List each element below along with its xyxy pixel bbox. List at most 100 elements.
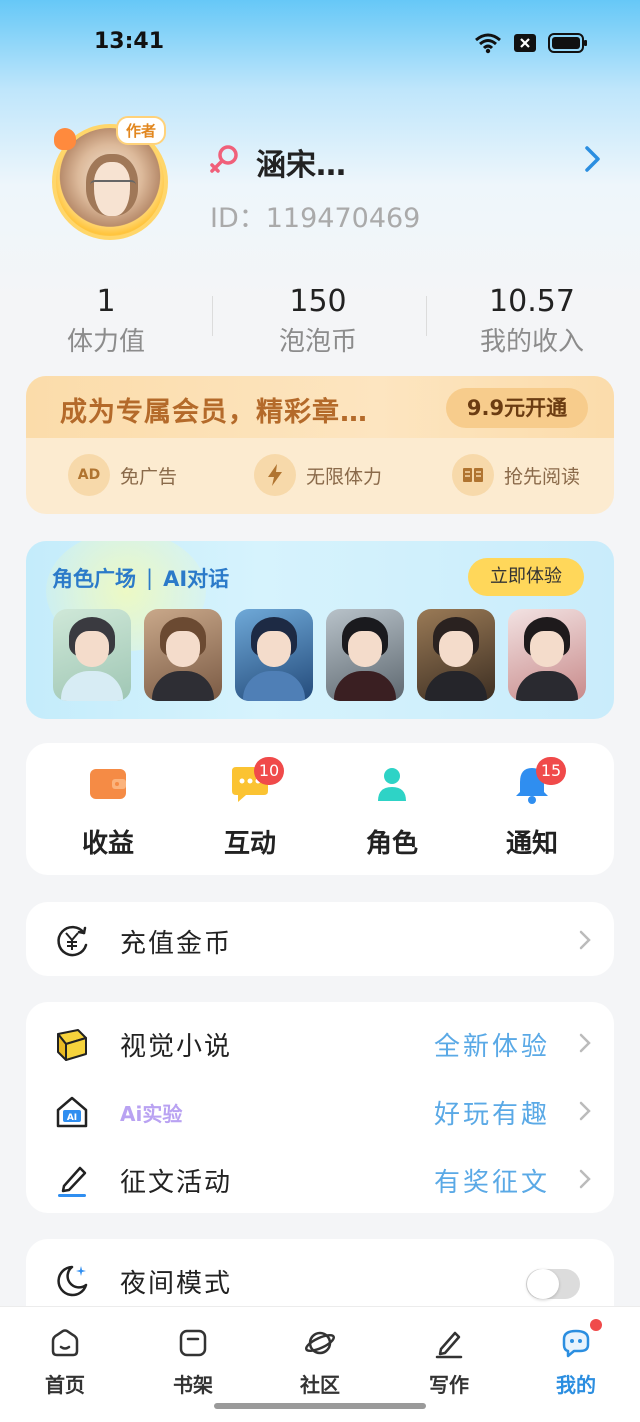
stat-label: 体力值	[66, 327, 145, 357]
character-card[interactable]	[53, 609, 131, 701]
shortcut-label: 角色	[365, 829, 418, 859]
female-gender-icon	[208, 142, 242, 180]
avatar-container[interactable]: 作者	[44, 116, 174, 240]
user-id: ID：119470469	[210, 203, 421, 234]
character-card[interactable]	[508, 609, 586, 701]
tab-me[interactable]: 我的	[531, 1319, 621, 1398]
night-mode-label: 夜间模式	[120, 1269, 233, 1299]
perk-early-read: 抢先阅读	[452, 454, 580, 496]
feature-value: 好玩有趣	[433, 1100, 550, 1130]
chevron-right-icon	[578, 929, 592, 955]
tab-label: 社区	[300, 1373, 340, 1397]
wallet-icon	[86, 765, 130, 805]
perk-label: 无限体力	[306, 465, 383, 488]
tab-community[interactable]: 社区	[275, 1327, 365, 1398]
notification-badge: 15	[536, 757, 566, 785]
shortcut-label: 互动	[223, 829, 276, 859]
tab-label: 首页	[45, 1373, 85, 1397]
chevron-right-icon	[578, 1032, 592, 1058]
stat-bubble-coins[interactable]: 150 泡泡币	[228, 282, 408, 360]
shortcut-notification[interactable]: 15 通知	[472, 757, 592, 860]
person-icon	[370, 765, 414, 805]
recharge-card[interactable]: 充值金币	[26, 902, 614, 976]
home-icon	[49, 1327, 81, 1359]
shortcut-earnings[interactable]: 收益	[48, 765, 168, 860]
vip-header: 成为专属会员，精彩章… 9.9元开通	[26, 376, 614, 438]
chevron-right-icon	[578, 1100, 592, 1126]
try-now-button[interactable]: 立即体验	[468, 558, 584, 596]
tab-home[interactable]: 首页	[20, 1327, 110, 1398]
author-badge: 作者	[116, 116, 167, 145]
bell-icon: 15	[510, 757, 566, 805]
perk-no-ads: AD 免广告	[68, 454, 177, 496]
yen-coin-icon	[54, 923, 90, 959]
tab-label: 我的	[556, 1373, 596, 1397]
perk-label: 免广告	[120, 465, 178, 488]
feature-row-ai-lab[interactable]: AI Ai实验 好玩有趣	[26, 1076, 614, 1144]
tab-bookshelf[interactable]: 书架	[148, 1327, 238, 1398]
feature-label: 视觉小说	[120, 1032, 233, 1062]
perk-label: 抢先阅读	[504, 465, 581, 488]
status-icons	[474, 32, 588, 54]
recharge-row[interactable]: 充值金币	[26, 905, 614, 973]
chat-icon: 10	[228, 757, 284, 805]
stat-income[interactable]: 10.57 我的收入	[442, 282, 622, 360]
feature-row-essay-contest[interactable]: 征文活动 有奖征文	[26, 1144, 614, 1212]
feature-value: 有奖征文	[433, 1168, 550, 1198]
shortcut-label: 通知	[505, 829, 558, 859]
battery-icon	[548, 33, 588, 53]
character-card[interactable]	[326, 609, 404, 701]
night-mode-row: 夜间模式	[26, 1245, 614, 1313]
perk-unlimited-stamina: 无限体力	[254, 454, 382, 496]
lightning-icon	[254, 454, 296, 496]
stat-stamina[interactable]: 1 体力值	[16, 282, 196, 360]
status-bar: 13:41	[0, 0, 640, 86]
ai-lab-label: Ai实验	[120, 1102, 183, 1126]
pen-icon	[54, 1162, 90, 1198]
chevron-right-icon[interactable]	[582, 144, 604, 178]
home-indicator	[214, 1403, 426, 1409]
notification-x-icon	[514, 34, 536, 52]
feature-row-visual-novel[interactable]: 视觉小说 全新体验	[26, 1008, 614, 1076]
stat-label: 泡泡币	[278, 327, 357, 357]
ai-character-banner[interactable]: 角色广场 | AI对话 立即体验	[26, 541, 614, 719]
status-time: 13:41	[94, 29, 165, 54]
stat-value: 1	[96, 284, 116, 319]
feature-label: 征文活动	[120, 1168, 233, 1198]
wifi-icon	[474, 32, 502, 54]
shortcut-role[interactable]: 角色	[332, 765, 452, 860]
chevron-right-icon	[578, 1168, 592, 1194]
night-mode-toggle[interactable]	[526, 1269, 580, 1299]
me-chat-icon	[560, 1319, 602, 1359]
shortcut-grid: 收益 10 互动 角色 15 通知	[26, 743, 614, 875]
vip-open-button[interactable]: 9.9元开通	[446, 388, 588, 428]
ai-home-icon: AI	[54, 1094, 90, 1130]
features-card: 视觉小说 全新体验 AI Ai实验 好玩有趣 征文活动 有奖征文	[26, 1002, 614, 1213]
ai-banner-title: 角色广场 | AI对话	[52, 563, 229, 593]
vip-perks: AD 免广告 无限体力 抢先阅读	[26, 454, 614, 500]
book-icon	[54, 1026, 90, 1062]
tab-label: 书架	[173, 1373, 213, 1397]
character-card[interactable]	[417, 609, 495, 701]
avatar-glasses	[90, 180, 136, 190]
ai-title-right: AI对话	[163, 567, 230, 591]
profile-header[interactable]: 作者 涵宋… ID：119470469	[44, 116, 604, 246]
book-icon	[452, 454, 494, 496]
recharge-label: 充值金币	[120, 929, 233, 959]
user-name: 涵宋…	[256, 148, 346, 183]
shortcut-interaction[interactable]: 10 互动	[190, 757, 310, 860]
stat-divider	[426, 296, 427, 336]
svg-text:AI: AI	[67, 1113, 77, 1123]
stat-label: 我的收入	[479, 327, 584, 357]
stat-value: 10.57	[489, 284, 575, 319]
character-card[interactable]	[235, 609, 313, 701]
shortcut-label: 收益	[81, 829, 134, 859]
character-card[interactable]	[144, 609, 222, 701]
stat-value: 150	[289, 284, 347, 319]
ad-icon: AD	[68, 454, 110, 496]
vip-card[interactable]: 成为专属会员，精彩章… 9.9元开通 AD 免广告 无限体力 抢先阅读	[26, 376, 614, 514]
tab-write[interactable]: 写作	[404, 1327, 494, 1398]
avatar-sticker-icon	[54, 128, 76, 150]
toggle-knob	[527, 1269, 559, 1299]
planet-icon	[304, 1327, 336, 1359]
